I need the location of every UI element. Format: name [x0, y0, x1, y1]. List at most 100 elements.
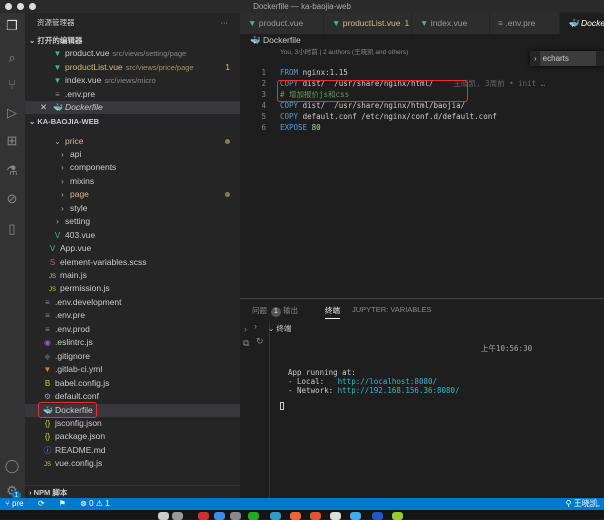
status-bar: ⑂ pre ⟳ ⚑ ⊗ 0 ⚠ 1 ⚲ 王晓凯, — [0, 498, 604, 510]
problem-count: 1 — [225, 61, 230, 72]
file-item[interactable]: JS vue.config.js — [25, 457, 240, 470]
item-name: components — [70, 162, 117, 173]
file-item[interactable]: JS main.js — [25, 269, 240, 282]
file-type-icon: V — [49, 244, 56, 254]
item-name: babel.config.js — [55, 377, 110, 388]
project-header[interactable]: ⌄ KA-BAOJIA-WEB — [25, 115, 240, 128]
file-item[interactable]: Bbabel.config.js — [25, 377, 240, 390]
highlight-box-code — [277, 80, 468, 102]
minimize-window-button[interactable] — [17, 3, 24, 10]
docker-icon: 🐳 — [53, 103, 63, 112]
panel-tab[interactable]: 输出 — [283, 305, 298, 316]
sync-icon[interactable]: ⟳ — [38, 499, 45, 508]
file-type-icon: S — [49, 257, 56, 267]
branch-icon[interactable]: ⑂ pre — [5, 499, 24, 508]
tab-productvue[interactable]: ▼ product.vue — [240, 13, 324, 34]
file-item[interactable]: Selement-variables.scss — [25, 256, 240, 269]
code-text: nginx:1.15 — [298, 68, 348, 77]
restart-icon[interactable]: ↻ — [256, 336, 264, 347]
file-item[interactable]: ⓘ README.md — [25, 444, 240, 457]
line-number: 5 — [261, 112, 266, 121]
file-item[interactable]: ◉ .eslintrc.js — [25, 336, 240, 349]
code-line[interactable]: 6 EXPOSE 80 — [240, 122, 604, 133]
open-editor-item[interactable]: ▼ product.vue src/views/setting/page — [25, 47, 240, 60]
open-editor-item[interactable]: ✕ 🐳 Dockerfile — [25, 101, 240, 114]
open-editors-header[interactable]: ⌄ 打开的编辑器 — [25, 34, 240, 47]
tab-badge: 1 — [404, 18, 410, 28]
item-name: price — [65, 135, 84, 146]
code-keyword: COPY — [280, 101, 299, 110]
file-item[interactable]: {} jsconfig.json — [25, 417, 240, 430]
tab-productListvue[interactable]: ▼ productList.vue 1 — [324, 13, 412, 34]
file-item[interactable]: ≡ .env.prod — [25, 323, 240, 336]
file-path: src/views/setting/page — [112, 49, 187, 58]
folder-item[interactable]: › components — [25, 161, 240, 174]
open-editor-item[interactable]: ▼ productList.vue src/views/price/page 1 — [25, 61, 240, 74]
file-name: .env.pre — [65, 88, 96, 99]
split-terminal-icon[interactable]: ⧉ — [243, 338, 249, 349]
extensions-icon[interactable]: ⊞ — [4, 133, 20, 149]
panel-tab[interactable]: 终端 — [325, 305, 340, 319]
file-name: Dockerfile — [65, 102, 103, 112]
git-blame-status[interactable]: ⚲ 王晓凯, — [566, 498, 600, 510]
open-editor-item[interactable]: ≡ .env.pre — [25, 88, 240, 101]
file-item[interactable]: {} package.json — [25, 430, 240, 443]
tab-envpre[interactable]: ≡ .env.pre — [490, 13, 560, 34]
breadcrumb[interactable]: 🐳 Dockerfile — [240, 34, 604, 47]
network-url-link[interactable]: http://192.168.156.36:8080/ — [338, 386, 460, 395]
maximize-window-button[interactable] — [29, 3, 36, 10]
tab-label: product.vue — [258, 18, 304, 28]
tab-Dockerfile[interactable]: 🐳 Dockerfile — [560, 13, 604, 34]
npm-scripts-header[interactable]: › NPM 脚本 — [25, 485, 240, 498]
item-name: style — [70, 202, 88, 213]
search-icon[interactable]: ⌕ — [4, 50, 20, 66]
git-graph-icon[interactable]: ⊘ — [4, 191, 20, 207]
panel-tab[interactable]: JUPYTER: VARIABLES — [352, 305, 431, 314]
panel-tab-label: 终端 — [325, 306, 340, 315]
open-editor-item[interactable]: ▼ index.vue src/views/micro — [25, 74, 240, 87]
problems-indicator[interactable]: ⊗ 0 ⚠ 1 — [80, 499, 109, 508]
account-icon[interactable]: ◯ — [4, 458, 20, 474]
macos-dock — [0, 510, 604, 520]
close-icon[interactable]: ✕ — [40, 101, 47, 114]
item-name: default.conf — [55, 391, 99, 402]
file-item[interactable]: V App.vue — [25, 242, 240, 255]
file-type-icon: ≡ — [45, 324, 50, 334]
terminal-network-line: - Network: http://192.168.156.36:8080/ — [288, 386, 460, 395]
folder-item[interactable]: › style — [25, 202, 240, 215]
folder-item[interactable]: › api — [25, 148, 240, 161]
folder-item[interactable]: › setting — [25, 215, 240, 228]
run-debug-icon[interactable]: ▷ — [4, 105, 20, 121]
file-item[interactable]: ≡ .env.pre — [25, 309, 240, 322]
code-line[interactable]: 5 COPY default.conf /etc/nginx/conf.d/def… — [240, 111, 604, 122]
source-control-icon[interactable]: ⑂ — [4, 77, 20, 93]
folder-item[interactable]: › page — [25, 188, 240, 201]
file-type-icon: {} — [44, 418, 51, 428]
file-type-icon: JS — [43, 462, 51, 469]
more-actions-icon[interactable]: ··· — [221, 16, 229, 29]
close-window-button[interactable] — [5, 3, 12, 10]
local-url-link[interactable]: http://localhost:8080/ — [338, 377, 437, 386]
find-input[interactable]: echarts — [539, 51, 596, 66]
folder-item[interactable]: › mixins — [25, 175, 240, 188]
panel-tab[interactable]: 问题 1 — [252, 305, 281, 317]
code-line[interactable]: 1 FROM nginx:1.15 — [240, 67, 604, 78]
settings-gear-icon[interactable]: ⚙ 1 — [4, 483, 21, 500]
debug-icon[interactable]: ⚑ — [59, 499, 66, 508]
chevron-right-icon[interactable]: › — [244, 324, 247, 334]
tab-label: .env.pre — [505, 18, 536, 28]
item-name: package.json — [55, 431, 106, 442]
file-item[interactable]: ≡ .env.development — [25, 296, 240, 309]
notebook-icon[interactable]: ▯ — [4, 221, 20, 237]
tab-indexvue[interactable]: ▼ index.vue — [412, 13, 490, 34]
tab-label: productList.vue — [342, 18, 401, 28]
file-item[interactable]: JS permission.js — [25, 282, 240, 295]
file-item[interactable]: ◆ .gitignore — [25, 350, 240, 363]
file-item[interactable]: V 403.vue — [25, 229, 240, 242]
testing-icon[interactable]: ⚗ — [4, 163, 20, 179]
file-item[interactable]: ▼ .gitlab-ci.yml — [25, 363, 240, 376]
explorer-icon[interactable]: ❐ — [4, 18, 20, 34]
folder-item[interactable]: ⌄ price — [25, 135, 240, 148]
terminal-header[interactable]: ⌄ 终端 — [268, 323, 291, 334]
chevron-right-icon[interactable]: › — [254, 321, 257, 331]
